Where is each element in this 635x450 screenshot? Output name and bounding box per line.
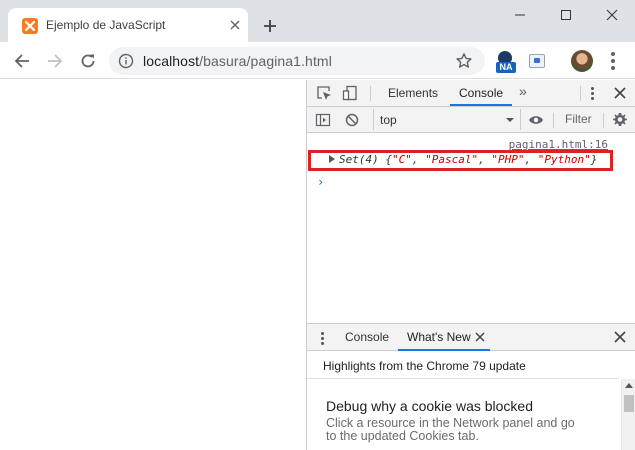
log-separator: ,	[524, 153, 538, 166]
console-prompt[interactable]: ›	[317, 175, 324, 189]
log-value: "Pascal"	[425, 153, 479, 166]
live-expression-eye-icon[interactable]	[528, 112, 544, 128]
close-devtools-icon[interactable]	[612, 85, 628, 101]
close-drawer-icon[interactable]	[614, 331, 626, 343]
log-suffix: }	[590, 153, 598, 166]
whats-new-header: Highlights from the Chrome 79 update	[323, 359, 526, 373]
feature-card-title[interactable]: Debug why a cookie was blocked	[326, 398, 533, 414]
tab-title: Ejemplo de JavaScript	[46, 18, 166, 32]
context-label: top	[380, 113, 397, 127]
tab-close-icon[interactable]	[227, 17, 243, 33]
profile-avatar[interactable]	[571, 50, 593, 72]
url-text: localhost/basura/pagina1.html	[143, 53, 332, 69]
console-output: pagina1.html:16 Set(4) {"C", "Pascal", "…	[307, 133, 635, 323]
log-value: "Python"	[537, 153, 591, 166]
scroll-up-arrow-icon[interactable]	[625, 383, 633, 388]
drawer-tab-label: What's New	[407, 330, 471, 344]
drawer-tabbar: Console What's New	[307, 323, 635, 351]
more-tabs-icon[interactable]: »	[519, 83, 527, 99]
drawer-menu-icon[interactable]	[321, 332, 325, 345]
sidebar-toggle-icon[interactable]	[315, 112, 331, 128]
bookmark-star-icon[interactable]	[455, 52, 473, 70]
url-path: /basura/pagina1.html	[199, 53, 332, 69]
scroll-thumb[interactable]	[624, 395, 634, 412]
extension-na-icon[interactable]: NA	[496, 51, 518, 73]
chrome-menu-icon[interactable]	[603, 51, 623, 71]
expand-triangle-icon[interactable]	[329, 155, 335, 163]
address-bar[interactable]: localhost/basura/pagina1.html	[109, 47, 485, 75]
log-value: "PHP"	[491, 153, 525, 166]
tab-elements[interactable]: Elements	[388, 80, 438, 106]
reload-button[interactable]	[76, 49, 100, 73]
tab-strip: Ejemplo de JavaScript	[0, 0, 635, 42]
close-window-button[interactable]	[589, 0, 635, 30]
drawer-tab-console[interactable]: Console	[345, 324, 389, 351]
new-tab-button[interactable]	[258, 14, 282, 38]
page-viewport	[0, 80, 306, 450]
device-toolbar-icon[interactable]	[342, 85, 358, 101]
devtools-menu-icon[interactable]	[584, 85, 600, 101]
minimize-button[interactable]	[497, 0, 543, 30]
console-settings-gear-icon[interactable]	[612, 112, 628, 128]
log-prefix: Set(4) {	[339, 153, 392, 166]
chevron-down-icon	[506, 118, 514, 122]
toolbar-divider	[553, 113, 554, 128]
inspect-element-icon[interactable]	[316, 85, 332, 101]
info-icon[interactable]	[118, 53, 134, 69]
devtools-panel: Elements Console » top Filter pagina1.ht…	[306, 80, 635, 450]
forward-button[interactable]	[43, 49, 67, 73]
xampp-favicon-icon	[22, 18, 38, 34]
extension-badge: NA	[496, 62, 516, 73]
devtools-tabbar: Elements Console »	[307, 80, 635, 107]
log-value: "C"	[391, 153, 412, 166]
scrollbar[interactable]	[621, 379, 635, 450]
toolbar-divider	[580, 86, 581, 101]
browser-toolbar: localhost/basura/pagina1.html NA	[0, 42, 635, 79]
url-host: localhost	[143, 53, 200, 69]
context-selector[interactable]: top	[373, 109, 521, 130]
tab-console[interactable]: Console	[450, 80, 513, 106]
toolbar-divider	[370, 86, 371, 101]
browser-tab[interactable]: Ejemplo de JavaScript	[8, 8, 248, 42]
console-log-entry[interactable]: Set(4) {"C", "Pascal", "PHP", "Python"}	[329, 153, 597, 166]
back-button[interactable]	[10, 49, 34, 73]
divider	[307, 378, 619, 379]
console-toolbar: top Filter	[307, 107, 635, 133]
clear-console-icon[interactable]	[344, 112, 360, 128]
toolbar-divider	[603, 113, 604, 128]
extension-doc-icon[interactable]	[529, 54, 545, 68]
filter-input[interactable]: Filter	[565, 112, 592, 126]
feature-card-description: Click a resource in the Network panel an…	[326, 416, 575, 443]
whats-new-panel: Highlights from the Chrome 79 update Deb…	[307, 351, 635, 450]
maximize-button[interactable]	[543, 0, 589, 30]
close-tab-icon[interactable]	[475, 331, 487, 343]
log-separator: ,	[411, 153, 426, 166]
log-separator: ,	[478, 153, 492, 166]
